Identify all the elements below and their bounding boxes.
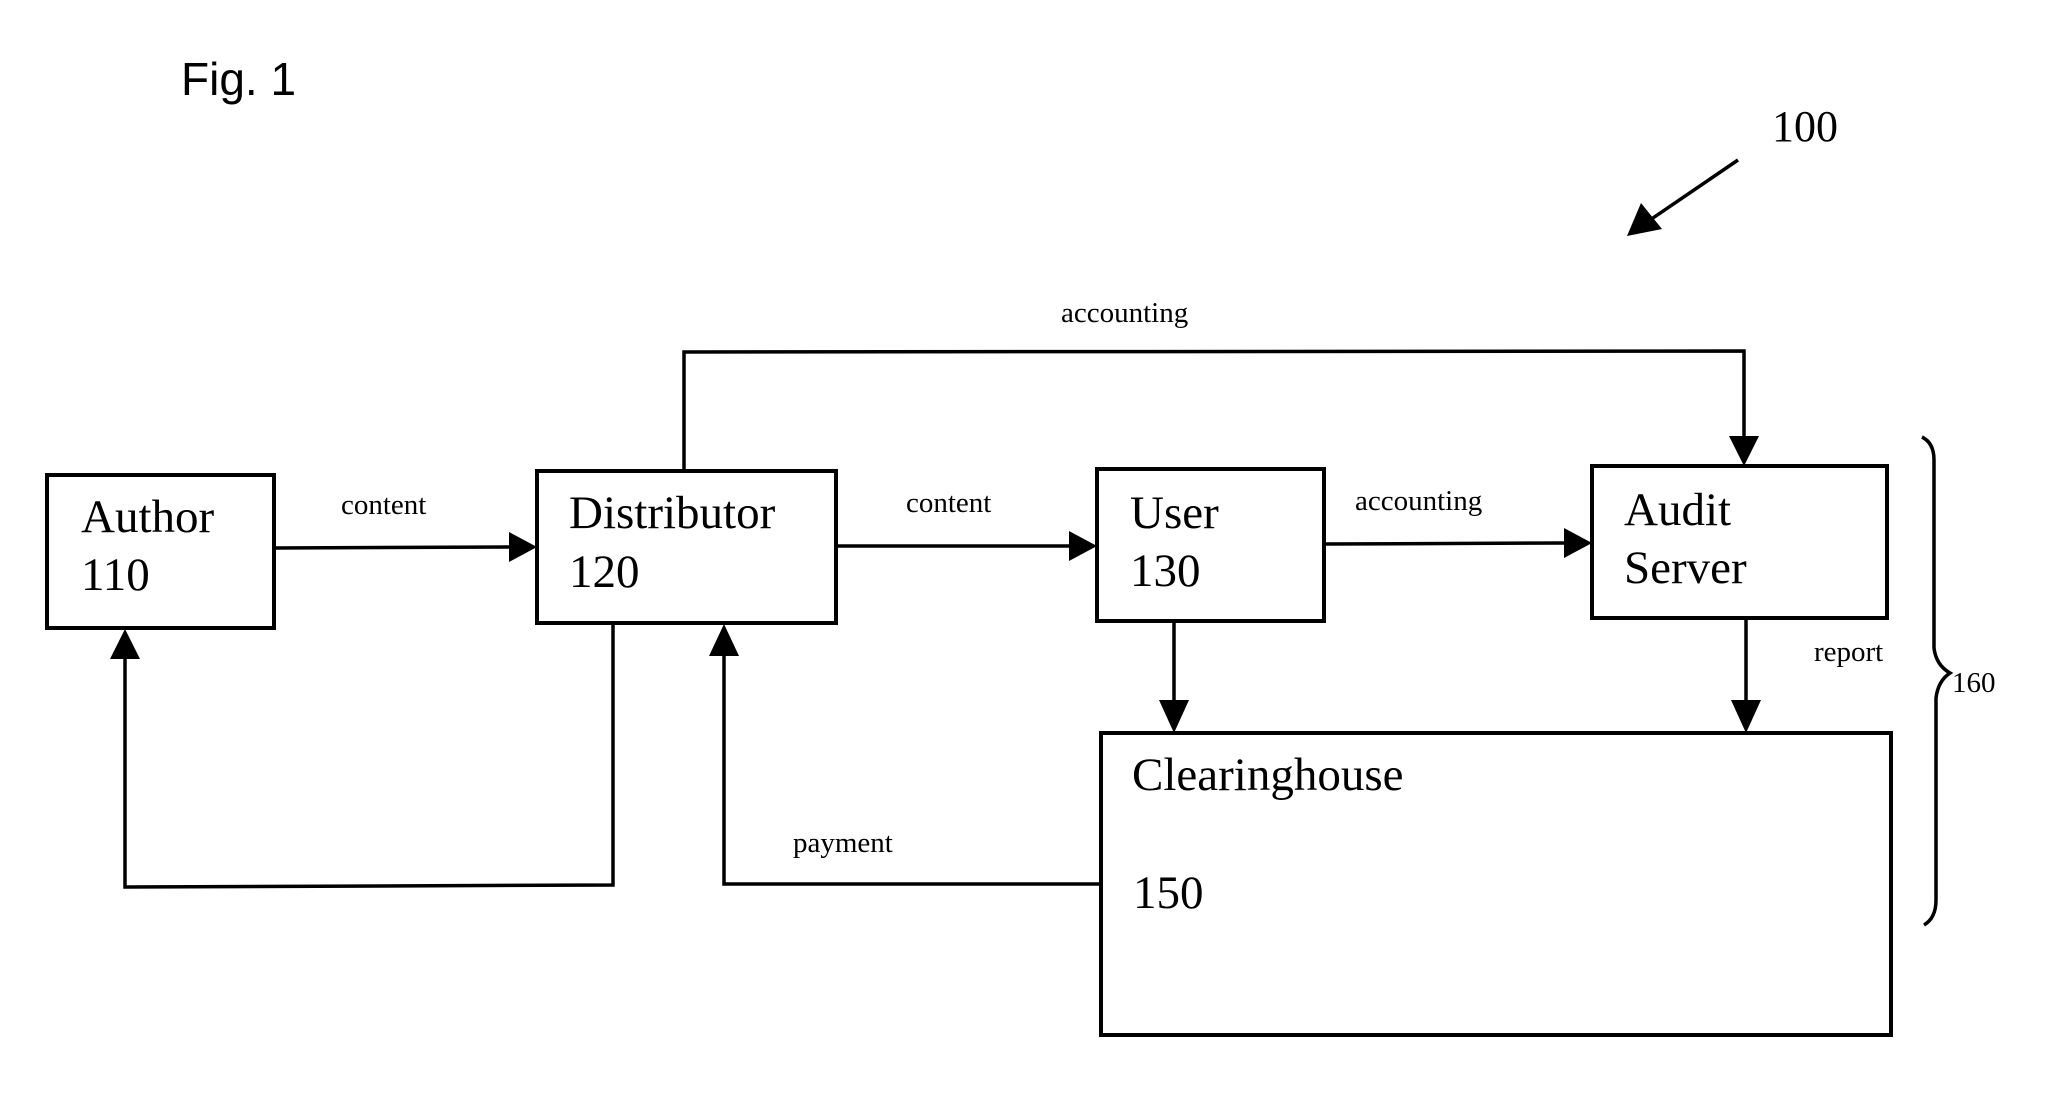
arrowhead-right	[1564, 528, 1592, 558]
group-ref-label: 160	[1952, 667, 1996, 699]
edge-distributor-to-audit-server: accounting	[682, 297, 1759, 471]
edge-audit-server-to-clearinghouse: report	[1731, 618, 1883, 733]
edge-author-to-distributor: content	[273, 489, 537, 562]
arrowhead-up	[709, 624, 739, 656]
user-ref: 130	[1130, 545, 1201, 597]
edge-label-content-1: content	[341, 489, 426, 521]
edge-label-content-2: content	[906, 487, 991, 519]
node-distributor: Distributor 120	[535, 469, 838, 625]
node-clearinghouse: Clearinghouse 150	[1099, 731, 1893, 1037]
node-author: Author 110	[45, 473, 276, 630]
arrowhead-down	[1729, 436, 1759, 466]
clearinghouse-ref: 150	[1133, 867, 1204, 919]
edge-distributor-to-user: content	[836, 487, 1097, 561]
edge-label-accounting-1: accounting	[1355, 485, 1482, 517]
system-ref-arrow	[1627, 158, 1739, 236]
edge-label-accounting-2: accounting	[1061, 297, 1188, 329]
system-ref-label: 100	[1772, 102, 1838, 151]
curly-brace-icon	[1921, 435, 1954, 927]
figure-title: Fig. 1	[181, 53, 296, 105]
edge-user-to-clearinghouse	[1159, 621, 1189, 733]
audit-server-name-line2: Server	[1624, 542, 1747, 594]
edge-label-report: report	[1814, 636, 1883, 668]
author-name: Author	[81, 491, 215, 543]
edge-clearinghouse-to-distributor: payment	[709, 624, 1101, 886]
node-user: User 130	[1095, 467, 1326, 623]
edge-distributor-to-author	[110, 623, 615, 889]
edge-user-to-audit-server: accounting	[1323, 485, 1592, 558]
clearinghouse-name: Clearinghouse	[1132, 749, 1404, 801]
arrowhead-down	[1731, 700, 1761, 733]
distributor-name: Distributor	[569, 487, 776, 539]
arrowhead-right	[509, 532, 537, 562]
diagram-canvas: Fig. 1 100 Author 110 Distributor 120 Us…	[45, 53, 1996, 1037]
arrowhead-right	[1069, 531, 1097, 561]
user-name: User	[1130, 487, 1219, 539]
arrowhead-down	[1159, 700, 1189, 733]
author-ref: 110	[81, 549, 150, 601]
distributor-ref: 120	[569, 546, 640, 598]
node-audit-server: Audit Server	[1590, 464, 1889, 620]
edge-label-payment: payment	[793, 827, 893, 859]
arrowhead-up	[110, 629, 140, 659]
group-brace-160: 160	[1921, 435, 1996, 927]
audit-server-name-line1: Audit	[1624, 484, 1731, 536]
